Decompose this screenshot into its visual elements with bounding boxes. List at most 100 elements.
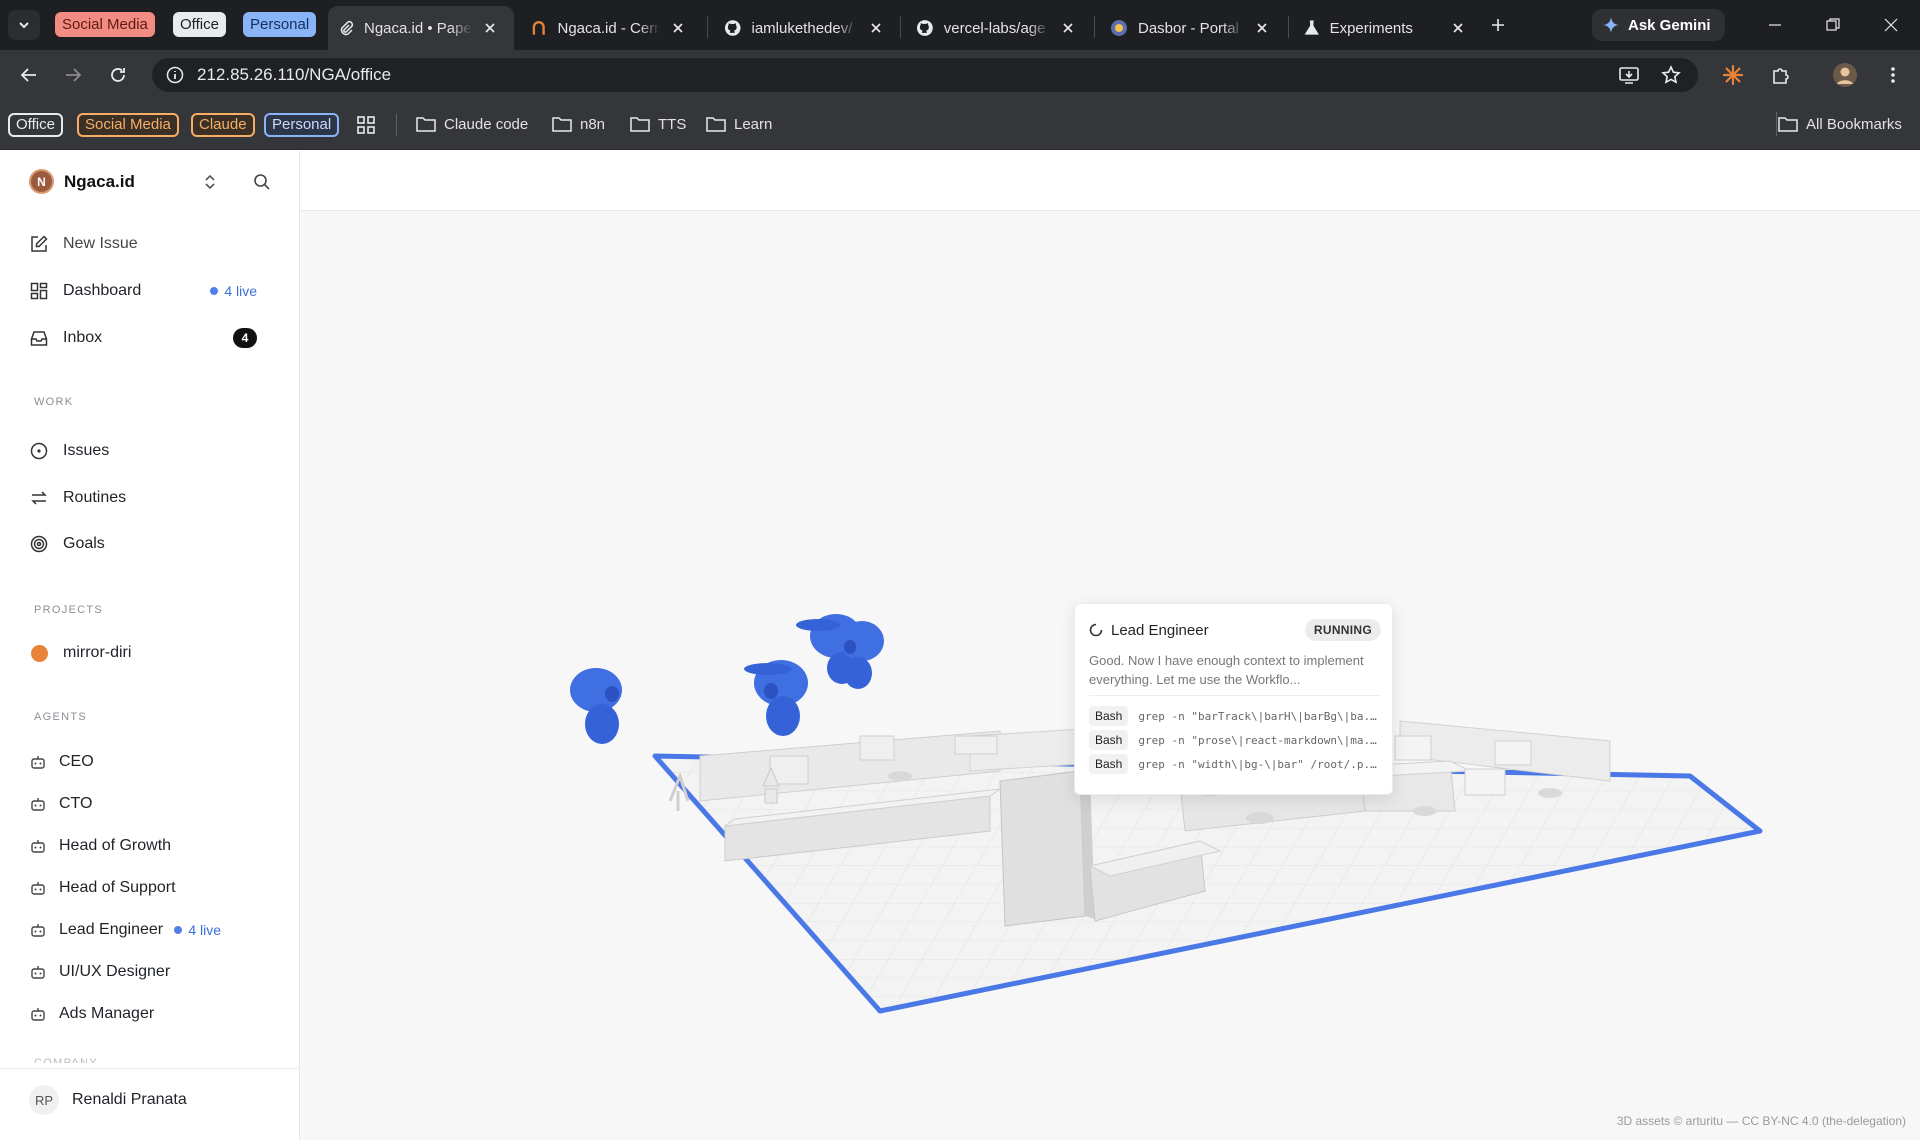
site-info-button[interactable]	[162, 63, 188, 87]
agent-item[interactable]: CEO	[29, 748, 271, 776]
robot-agent[interactable]	[570, 668, 622, 744]
issue-circle-icon	[30, 442, 48, 460]
nav-issues[interactable]: Issues	[29, 436, 271, 466]
tab-ngaca-paperclip[interactable]: Ngaca.id • Paperclip	[328, 6, 514, 50]
nav-inbox-label: Inbox	[63, 329, 103, 346]
arrow-left-icon	[20, 68, 36, 82]
popup-header: Lead Engineer RUNNING	[1089, 619, 1381, 641]
github-icon	[916, 20, 933, 36]
browser-menu-button[interactable]	[1878, 60, 1908, 90]
bookmark-star-button[interactable]	[1658, 63, 1684, 87]
agent-activity-popup[interactable]: Lead Engineer RUNNING Good. Now I have e…	[1074, 603, 1393, 795]
flask-icon	[1304, 20, 1319, 35]
dashboard-icon	[30, 282, 48, 300]
company-switcher[interactable]: N Ngaca.id	[29, 169, 135, 194]
bookmark-group-social-media[interactable]: Social Media	[77, 113, 179, 137]
bot-icon	[29, 1005, 47, 1023]
bookmark-group-personal[interactable]: Personal	[264, 113, 340, 137]
bot-icon	[29, 837, 47, 855]
bookmark-folder-tts[interactable]: TTS	[630, 112, 686, 136]
command-row: Bash grep -n "prose\|react-markdown\|ma.…	[1089, 729, 1381, 751]
edit-icon	[31, 235, 48, 252]
claude-extension-button[interactable]	[1718, 60, 1748, 90]
address-bar[interactable]: 212.85.26.110/NGA/office	[152, 58, 1698, 92]
tab-iamlukethedev[interactable]: iamlukethedev/	[714, 6, 894, 50]
profile-button[interactable]	[1830, 60, 1860, 90]
reload-button[interactable]	[103, 60, 133, 90]
nav-goals[interactable]: Goals	[29, 529, 271, 559]
tab-vercel-labs[interactable]: vercel-labs/age	[906, 6, 1086, 50]
tab-search-menu-button[interactable]	[8, 10, 40, 40]
tab-groups-button[interactable]	[356, 115, 376, 135]
office-3d-scene[interactable]: Lead Engineer RUNNING Good. Now I have e…	[300, 211, 1920, 1140]
command-text: grep -n "width\|bg-\|bar" /root/.p...	[1138, 757, 1381, 771]
robot-agent[interactable]	[744, 660, 808, 736]
nav-routines[interactable]: Routines	[29, 483, 271, 513]
arch-logo-icon	[532, 21, 545, 35]
ask-gemini-button[interactable]: Ask Gemini	[1592, 9, 1725, 41]
agent-item[interactable]: Head of Growth	[29, 832, 271, 860]
nav-new-issue-label: New Issue	[63, 235, 138, 252]
project-label: mirror-diri	[63, 644, 132, 661]
command-row: Bash grep -n "width\|bg-\|bar" /root/.p.…	[1089, 753, 1381, 775]
agent-item[interactable]: CTO	[29, 790, 271, 818]
section-work-label: WORK	[34, 396, 74, 408]
restore-button[interactable]	[1810, 10, 1856, 40]
close-window-button[interactable]	[1868, 10, 1914, 40]
bookmark-folder-label: Learn	[734, 115, 773, 133]
agent-name: CEO	[59, 753, 94, 770]
close-icon[interactable]	[1254, 20, 1270, 36]
tab-group-social-media[interactable]: Social Media	[55, 12, 155, 37]
agent-name: Head of Support	[59, 879, 176, 896]
arrow-right-icon	[66, 68, 82, 82]
project-mirror-diri[interactable]: mirror-diri	[29, 638, 271, 668]
bookmark-folder-claude-code[interactable]: Claude code	[416, 112, 528, 136]
close-icon[interactable]	[670, 20, 686, 36]
robot-agent[interactable]	[840, 621, 884, 689]
nav-new-issue[interactable]: New Issue	[29, 229, 271, 259]
bookmark-group-claude[interactable]: Claude	[191, 113, 255, 137]
nav-dashboard[interactable]: Dashboard 4 live	[29, 276, 271, 306]
agent-item[interactable]: Ads Manager	[29, 1000, 271, 1028]
command-row: Bash grep -n "barTrack\|barH\|barBg\|ba.…	[1089, 705, 1381, 727]
agent-item[interactable]: Head of Support	[29, 874, 271, 902]
close-icon[interactable]	[868, 20, 884, 36]
agent-name: Head of Growth	[59, 837, 172, 854]
all-bookmarks-button[interactable]: All Bookmarks	[1776, 112, 1902, 136]
close-icon[interactable]	[1060, 20, 1076, 36]
company-name: Ngaca.id	[64, 171, 135, 191]
install-app-button[interactable]	[1616, 63, 1642, 87]
close-icon[interactable]	[1450, 20, 1466, 36]
project-color-dot	[30, 644, 48, 662]
tab-experiments[interactable]: Experiments	[1294, 6, 1476, 50]
nav-issues-label: Issues	[63, 442, 110, 459]
tab-group-personal[interactable]: Personal	[243, 12, 317, 37]
tab-ngaca-cerm[interactable]: Ngaca.id - Cerm	[520, 6, 696, 50]
folder-icon	[630, 117, 650, 132]
forward-button[interactable]	[58, 60, 88, 90]
reload-icon	[111, 68, 125, 82]
user-profile[interactable]: RP Renaldi Pranata	[0, 1068, 299, 1140]
all-bookmarks-label: All Bookmarks	[1806, 115, 1902, 133]
search-button[interactable]	[251, 171, 273, 193]
bookmark-folder-n8n[interactable]: n8n	[552, 112, 605, 136]
close-icon[interactable]	[482, 20, 498, 36]
new-tab-button[interactable]	[1484, 12, 1512, 38]
nav-inbox[interactable]: Inbox 4	[29, 323, 271, 353]
ask-gemini-label: Ask Gemini	[1628, 16, 1711, 34]
sidebar: N Ngaca.id New Issue Dashboard 4 live In…	[0, 151, 300, 1140]
tab-dasbor-portal[interactable]: Dasbor - Portal	[1100, 6, 1280, 50]
tab-title: iamlukethedev/	[751, 19, 853, 37]
agent-item[interactable]: UI/UX Designer	[29, 958, 271, 986]
search-icon	[254, 174, 270, 190]
bookmark-group-office[interactable]: Office	[8, 113, 63, 137]
back-button[interactable]	[14, 60, 44, 90]
tab-group-office[interactable]: Office	[173, 12, 226, 37]
bookmark-folder-learn[interactable]: Learn	[706, 112, 772, 136]
company-switch-button[interactable]	[199, 171, 221, 193]
minimize-icon	[1769, 24, 1781, 26]
extensions-button[interactable]	[1766, 60, 1796, 90]
tab-title: vercel-labs/age	[943, 19, 1046, 37]
agent-item[interactable]: Lead Engineer 4 live	[29, 916, 271, 944]
minimize-button[interactable]	[1752, 10, 1798, 40]
